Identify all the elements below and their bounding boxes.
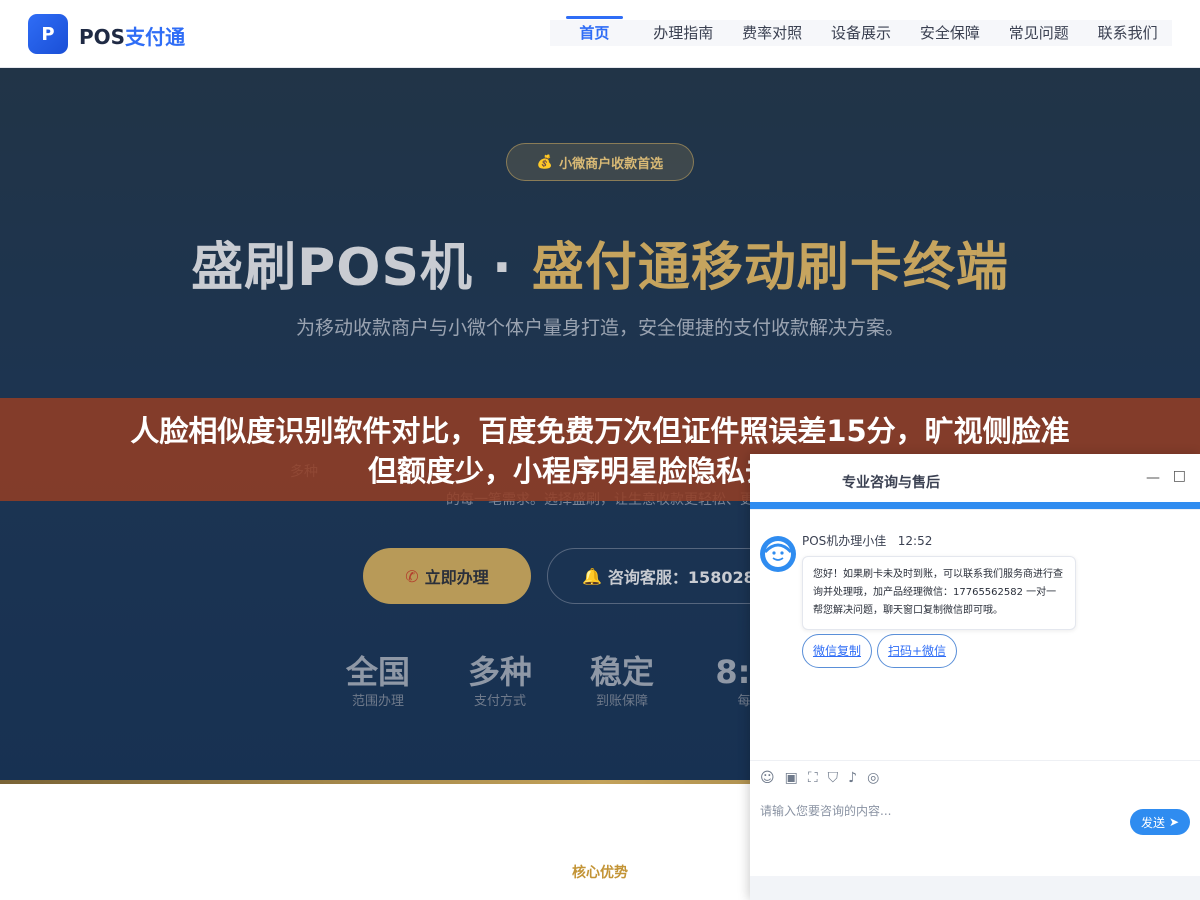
minimize-icon[interactable]: — <box>1146 470 1160 486</box>
chat-title: 专业咨询与售后 <box>842 475 940 491</box>
send-button-label: 发送 <box>1140 815 1165 830</box>
agent-name-text: POS机办理小佳 <box>802 534 887 548</box>
hero-title: 盛刷POS机 · 盛付通移动刷卡终端 <box>0 225 1200 300</box>
hero-badge-text: 小微商户收款首选 <box>559 156 664 172</box>
stat-value: 多种 <box>467 653 532 691</box>
send-button[interactable]: 发送 ➤ <box>1130 809 1190 835</box>
nav-faq[interactable]: 常见问题 <box>994 20 1083 46</box>
consult-button-label: 咨询客服：158028 <box>607 568 755 587</box>
bell-icon: 🔔 <box>582 566 602 586</box>
smile-icon[interactable]: ☺ <box>760 770 775 786</box>
sound-icon[interactable]: ♪ <box>848 770 857 786</box>
stat-nationwide: 全国 范围办理 <box>328 652 428 712</box>
nav-rates[interactable]: 费率对照 <box>728 20 817 46</box>
agent-avatar-icon <box>763 541 793 567</box>
chat-toolbar: ☺ ▣ ⛶ ⛉ ♪ ◎ <box>760 770 879 786</box>
apply-button[interactable]: ✆ 立即办理 <box>363 548 531 604</box>
image-icon[interactable]: ▣ <box>785 770 798 786</box>
copy-wechat-button[interactable]: 微信复制 <box>802 634 872 668</box>
chat-message-input[interactable]: 请输入您要咨询的内容... <box>760 802 1120 819</box>
stat-caption: 到账保障 <box>595 694 648 709</box>
money-bag-icon: 💰 <box>536 154 554 170</box>
hero-subtitle: 为移动收款商户与小微个体户量身打造，安全便捷的支付收款解决方案。 <box>295 317 904 339</box>
nav-devices[interactable]: 设备展示 <box>817 20 906 46</box>
scan-wechat-button[interactable]: 扫码+微信 <box>877 634 957 668</box>
hero-title-part1: 盛刷POS机 · <box>191 238 532 298</box>
main-nav: 首页 办理指南 费率对照 设备展示 安全保障 常见问题 联系我们 <box>550 16 1172 46</box>
nav-security[interactable]: 安全保障 <box>905 20 994 46</box>
chat-widget: 专业咨询与售后 — □ POS机办理小佳 12:52 您好！如果刷卡未及时到账，… <box>750 454 1200 900</box>
stat-caption: 范围办理 <box>351 694 404 709</box>
site-header: P POS支付通 首页 办理指南 费率对照 设备展示 安全保障 常见问题 联系我… <box>0 0 1200 68</box>
message-time: 12:52 <box>897 534 933 548</box>
nav-guide[interactable]: 办理指南 <box>639 20 728 46</box>
banner-line-1: 人脸相似度识别软件对比，百度免费万次但证件照误差15分，旷视侧脸准 <box>130 414 1070 448</box>
logo-text[interactable]: POS支付通 <box>79 21 185 50</box>
stat-caption: 支付方式 <box>473 694 526 709</box>
stat-value: 全国 <box>345 653 410 691</box>
chat-message-bubble: 您好！如果刷卡未及时到账，可以联系我们服务商进行查询并处理哦，加产品经理微信：1… <box>802 556 1076 630</box>
hero-title-part2: 盛付通移动刷卡终端 <box>531 238 1009 298</box>
stat-payment-methods: 多种 支付方式 <box>450 652 550 712</box>
agent-name: POS机办理小佳 12:52 <box>802 532 932 549</box>
stat-stable: 稳定 到账保障 <box>572 652 672 712</box>
apply-button-label: 立即办理 <box>424 568 489 587</box>
logo-badge[interactable]: P <box>28 14 68 54</box>
logo-text-accent: 支付通 <box>125 25 186 49</box>
screenshot-icon[interactable]: ⛶ <box>808 770 818 786</box>
hero-badge: 💰 小微商户收款首选 <box>506 143 694 181</box>
nav-contact[interactable]: 联系我们 <box>1083 20 1172 46</box>
wechat-icon[interactable]: ◎ <box>867 770 879 786</box>
agent-avatar <box>760 536 796 572</box>
nav-home[interactable]: 首页 <box>550 16 639 46</box>
logo-text-main: POS <box>79 25 126 49</box>
chat-footer <box>750 876 1200 900</box>
maximize-icon[interactable]: □ <box>1173 468 1186 484</box>
chat-accent-strip <box>750 502 1200 509</box>
phone-icon: ✆ <box>405 566 419 586</box>
stat-value: 稳定 <box>589 653 654 691</box>
chat-divider <box>750 760 1200 761</box>
send-arrow-icon: ➤ <box>1168 815 1180 829</box>
shield-icon[interactable]: ⛉ <box>828 770 839 786</box>
